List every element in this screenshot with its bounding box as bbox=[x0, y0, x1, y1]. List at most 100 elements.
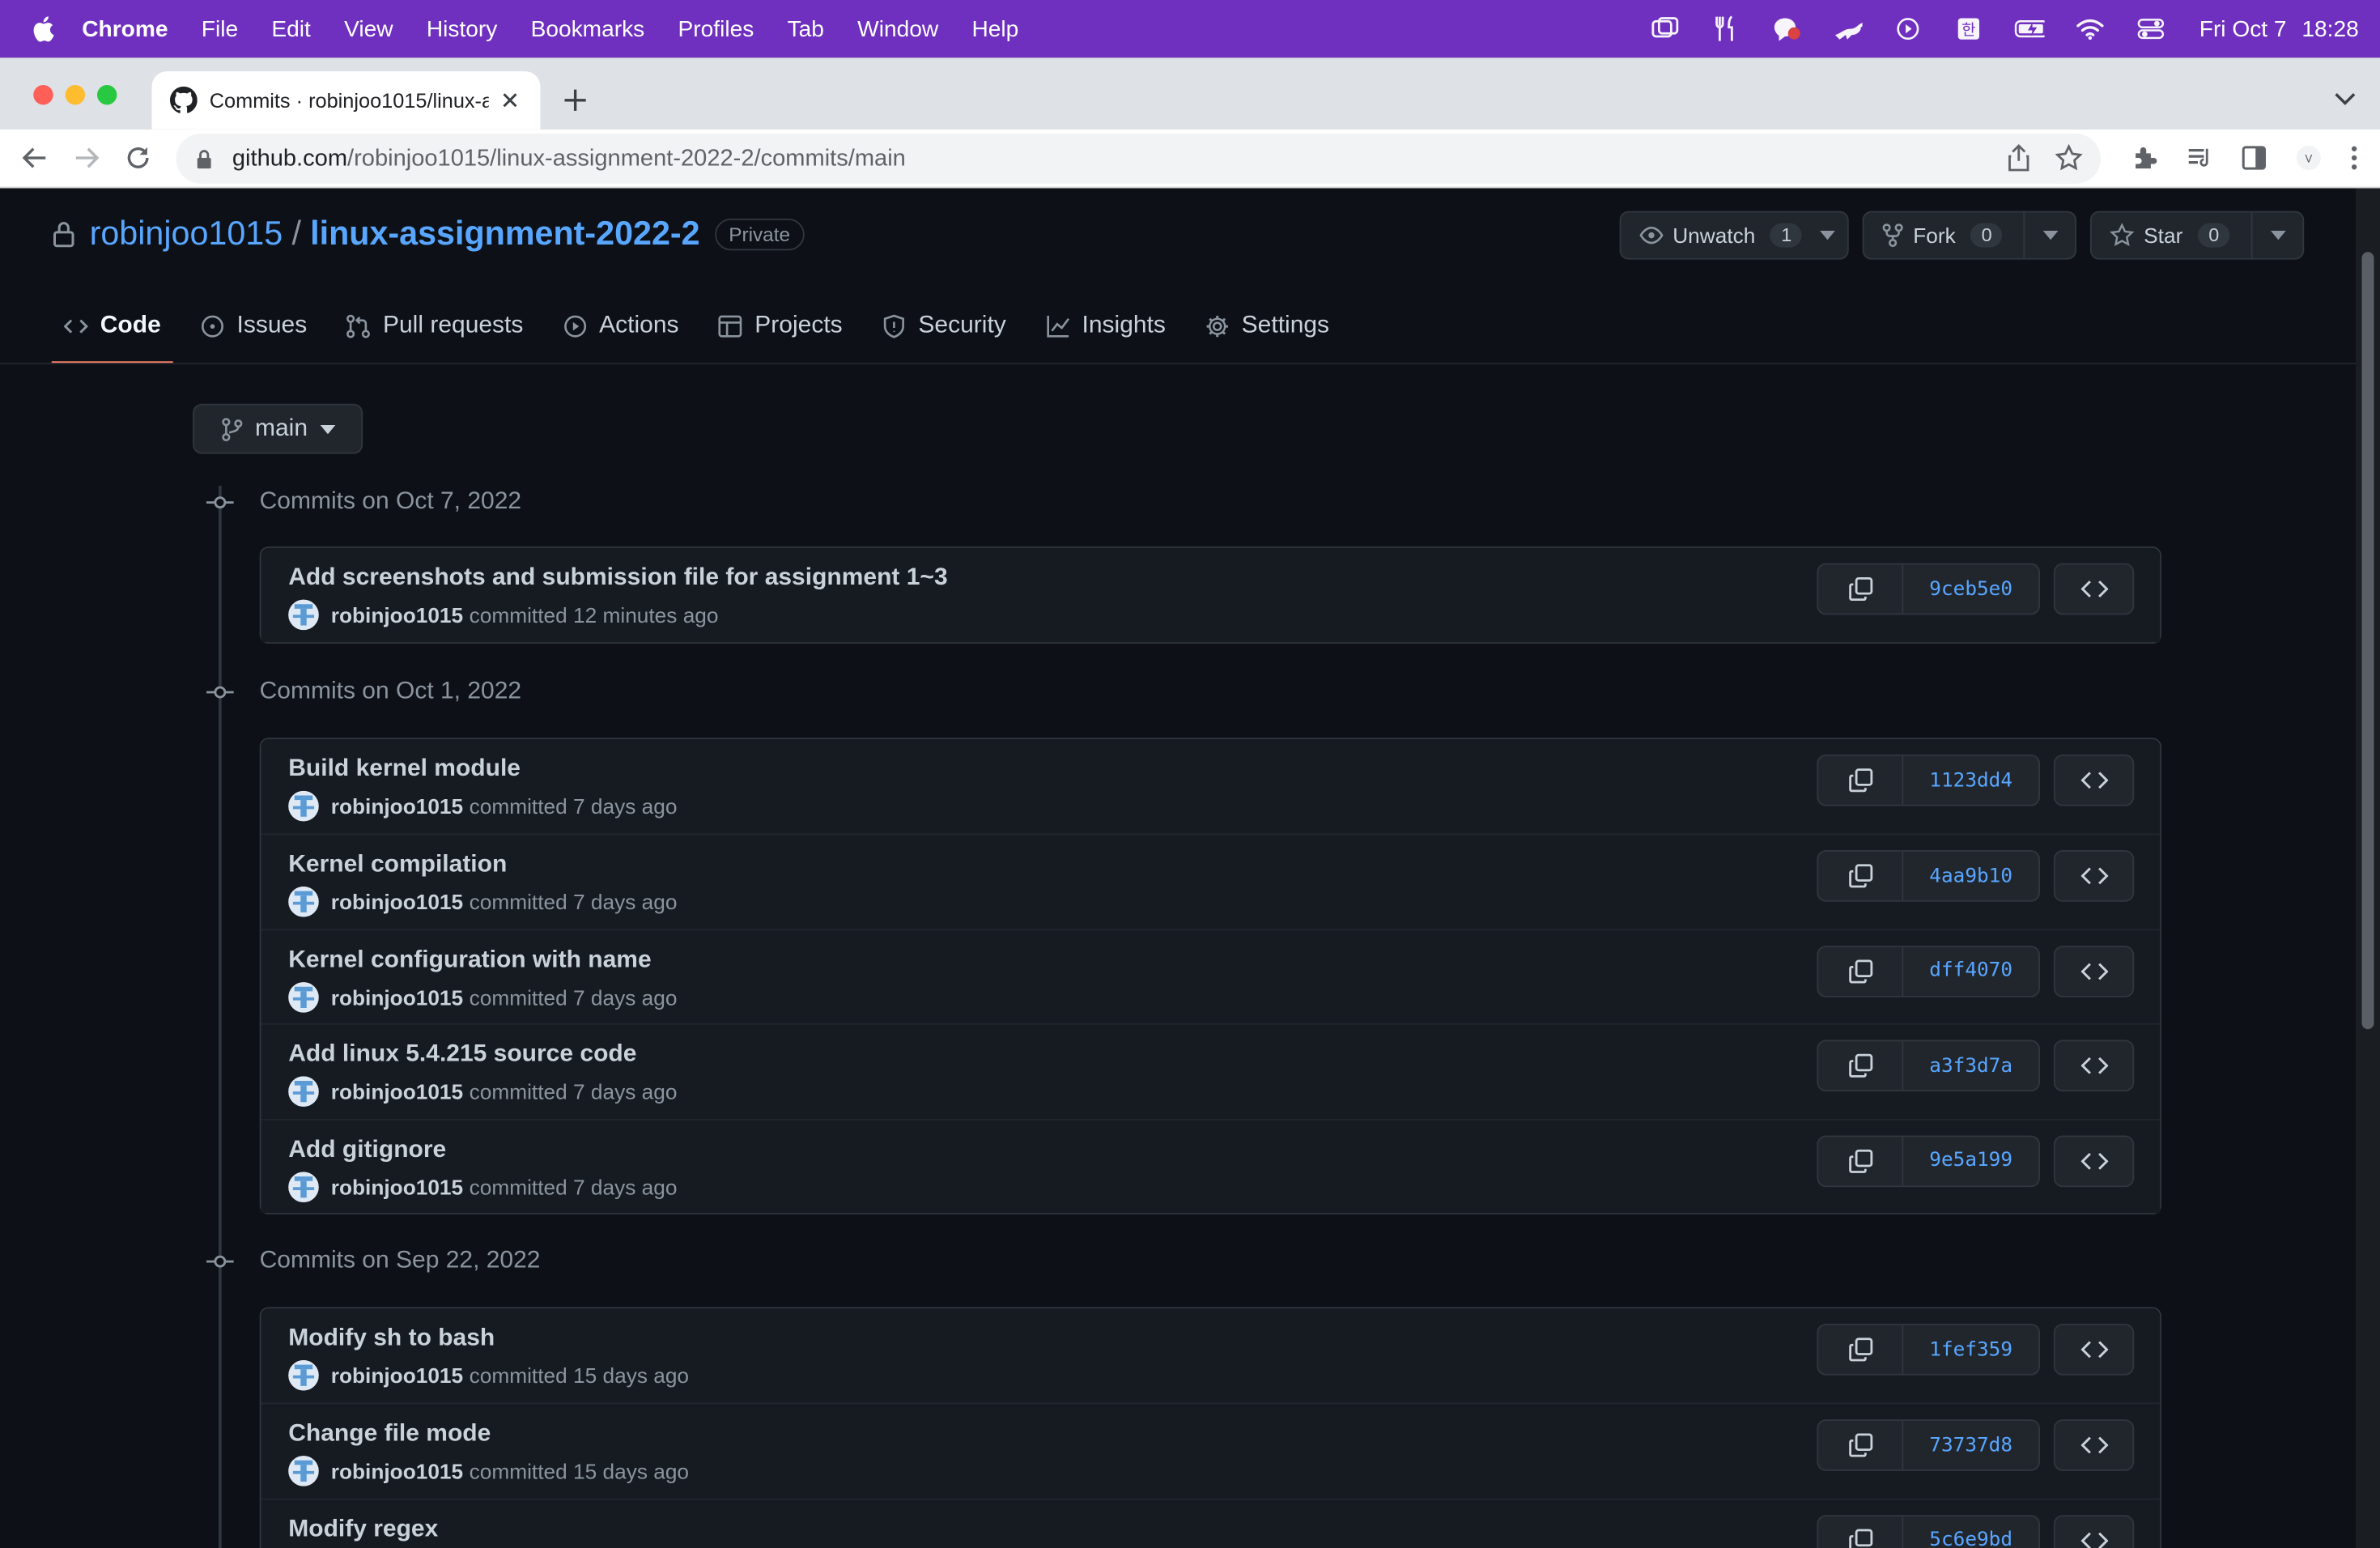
star-dropdown-button[interactable] bbox=[2250, 212, 2303, 258]
apple-icon[interactable] bbox=[31, 15, 55, 43]
copy-sha-button[interactable] bbox=[1818, 946, 1904, 996]
side-panel-icon[interactable] bbox=[2241, 144, 2268, 172]
author-avatar[interactable] bbox=[288, 1171, 319, 1202]
commit-message-link[interactable]: Modify regex bbox=[288, 1516, 438, 1544]
commit-message-link[interactable]: Build kernel module bbox=[288, 756, 521, 784]
input-source-icon[interactable]: 한 bbox=[1953, 15, 1984, 43]
repo-owner-link[interactable]: robinjoo1015 bbox=[90, 214, 283, 253]
menu-help[interactable]: Help bbox=[971, 16, 1018, 42]
commit-message-link[interactable]: Kernel compilation bbox=[288, 853, 507, 880]
copy-sha-button[interactable] bbox=[1818, 1421, 1904, 1470]
browse-repo-at-commit-button[interactable] bbox=[2053, 945, 2135, 997]
play-circle-icon[interactable] bbox=[1893, 15, 1923, 43]
commit-author-link[interactable]: robinjoo1015 bbox=[331, 1363, 463, 1388]
tab-projects[interactable]: Projects bbox=[706, 288, 854, 364]
commit-author-link[interactable]: robinjoo1015 bbox=[331, 1460, 463, 1484]
browse-repo-at-commit-button[interactable] bbox=[2053, 1134, 2135, 1187]
tab-actions[interactable]: Actions bbox=[550, 288, 691, 364]
profile-avatar-icon[interactable]: ᐯ bbox=[2295, 144, 2323, 172]
repo-name-link[interactable]: linux-assignment-2022-2 bbox=[310, 214, 699, 253]
scrollbar-thumb[interactable] bbox=[2361, 252, 2374, 1030]
copy-sha-button[interactable] bbox=[1818, 1325, 1904, 1374]
share-icon[interactable] bbox=[2007, 144, 2031, 172]
commit-sha-link[interactable]: a3f3d7a bbox=[1903, 1042, 2038, 1091]
reload-icon[interactable] bbox=[125, 144, 152, 172]
tab-code[interactable]: Code bbox=[51, 288, 173, 364]
commit-author-link[interactable]: robinjoo1015 bbox=[331, 602, 463, 627]
author-avatar[interactable] bbox=[288, 1076, 319, 1108]
browse-repo-at-commit-button[interactable] bbox=[2053, 1514, 2135, 1548]
tab-search-chevron-icon[interactable] bbox=[2335, 88, 2356, 109]
chat-notification-icon[interactable] bbox=[1771, 15, 1802, 43]
browse-repo-at-commit-button[interactable] bbox=[2053, 563, 2135, 615]
copy-sha-button[interactable] bbox=[1818, 852, 1904, 901]
menu-edit[interactable]: Edit bbox=[271, 16, 310, 42]
commit-message-link[interactable]: Change file mode bbox=[288, 1422, 491, 1449]
menu-window[interactable]: Window bbox=[857, 16, 938, 42]
copy-sha-button[interactable] bbox=[1818, 1136, 1904, 1185]
screen-mirror-icon[interactable] bbox=[1650, 15, 1681, 43]
author-avatar[interactable] bbox=[288, 981, 319, 1013]
battery-icon[interactable] bbox=[2014, 15, 2045, 43]
browse-repo-at-commit-button[interactable] bbox=[2053, 754, 2135, 806]
menu-app-chrome[interactable]: Chrome bbox=[82, 16, 168, 42]
minimize-window-button[interactable] bbox=[65, 85, 85, 105]
commit-sha-link[interactable]: 1123dd4 bbox=[1903, 756, 2038, 805]
fork-knife-icon[interactable] bbox=[1711, 15, 1741, 43]
commit-message-link[interactable]: Kernel configuration with name bbox=[288, 947, 651, 975]
lock-icon[interactable] bbox=[194, 148, 213, 169]
commit-author-link[interactable]: robinjoo1015 bbox=[331, 794, 463, 819]
commit-message-link[interactable]: Add linux 5.4.215 source code bbox=[288, 1042, 636, 1070]
commit-message-link[interactable]: Modify sh to bash bbox=[288, 1325, 495, 1353]
commit-sha-link[interactable]: 4aa9b10 bbox=[1903, 853, 2038, 901]
copy-sha-button[interactable] bbox=[1818, 1516, 1904, 1548]
browser-tab-active[interactable]: Commits · robinjoo1015/linux-a bbox=[151, 71, 541, 130]
menubar-clock[interactable]: Fri Oct 7 18:28 bbox=[2199, 16, 2359, 42]
commit-message-link[interactable]: Add gitignore bbox=[288, 1137, 446, 1164]
author-avatar[interactable] bbox=[288, 790, 319, 822]
menu-profiles[interactable]: Profiles bbox=[678, 16, 754, 42]
commit-sha-link[interactable]: dff4070 bbox=[1903, 947, 2038, 996]
copy-sha-button[interactable] bbox=[1818, 755, 1904, 805]
fork-button[interactable]: Fork 0 bbox=[1863, 211, 2077, 260]
browse-repo-at-commit-button[interactable] bbox=[2053, 1324, 2135, 1376]
copy-sha-button[interactable] bbox=[1818, 564, 1904, 614]
tab-issues[interactable]: Issues bbox=[189, 288, 320, 364]
browse-repo-at-commit-button[interactable] bbox=[2053, 1040, 2135, 1092]
menu-bookmarks[interactable]: Bookmarks bbox=[531, 16, 645, 42]
bookmark-star-icon[interactable] bbox=[2055, 144, 2083, 172]
commit-sha-link[interactable]: 5c6e9bd bbox=[1903, 1516, 2038, 1548]
author-avatar[interactable] bbox=[288, 599, 319, 631]
wifi-icon[interactable] bbox=[2075, 15, 2106, 43]
runcat-icon[interactable] bbox=[1832, 15, 1863, 43]
menu-history[interactable]: History bbox=[427, 16, 498, 42]
branch-selector[interactable]: main bbox=[193, 403, 363, 454]
author-avatar[interactable] bbox=[288, 1456, 319, 1487]
browse-repo-at-commit-button[interactable] bbox=[2053, 850, 2135, 903]
close-tab-icon[interactable] bbox=[498, 88, 522, 113]
fork-dropdown-button[interactable] bbox=[2024, 212, 2076, 258]
copy-sha-button[interactable] bbox=[1818, 1041, 1904, 1091]
reading-list-icon[interactable] bbox=[2186, 144, 2213, 172]
tab-security[interactable]: Security bbox=[869, 288, 1018, 364]
author-avatar[interactable] bbox=[288, 887, 319, 918]
commit-author-link[interactable]: robinjoo1015 bbox=[331, 985, 463, 1009]
menu-view[interactable]: View bbox=[344, 16, 393, 42]
menu-file[interactable]: File bbox=[202, 16, 238, 42]
zoom-window-button[interactable] bbox=[97, 85, 117, 105]
page-scrollbar[interactable] bbox=[2356, 188, 2380, 1548]
commit-sha-link[interactable]: 1fef359 bbox=[1903, 1325, 2038, 1374]
commit-sha-link[interactable]: 9ceb5e0 bbox=[1903, 565, 2038, 614]
browse-repo-at-commit-button[interactable] bbox=[2053, 1419, 2135, 1472]
commit-author-link[interactable]: robinjoo1015 bbox=[331, 1174, 463, 1198]
tab-settings[interactable]: Settings bbox=[1193, 288, 1341, 364]
tab-insights[interactable]: Insights bbox=[1034, 288, 1178, 364]
commit-author-link[interactable]: robinjoo1015 bbox=[331, 890, 463, 914]
star-button[interactable]: Star 0 bbox=[2090, 211, 2305, 260]
back-arrow-icon[interactable] bbox=[21, 144, 49, 172]
unwatch-button[interactable]: Unwatch 1 bbox=[1619, 211, 1850, 260]
close-window-button[interactable] bbox=[33, 85, 53, 105]
forward-arrow-icon[interactable] bbox=[73, 144, 100, 172]
commit-sha-link[interactable]: 73737d8 bbox=[1903, 1422, 2038, 1470]
extensions-puzzle-icon[interactable] bbox=[2131, 144, 2159, 172]
